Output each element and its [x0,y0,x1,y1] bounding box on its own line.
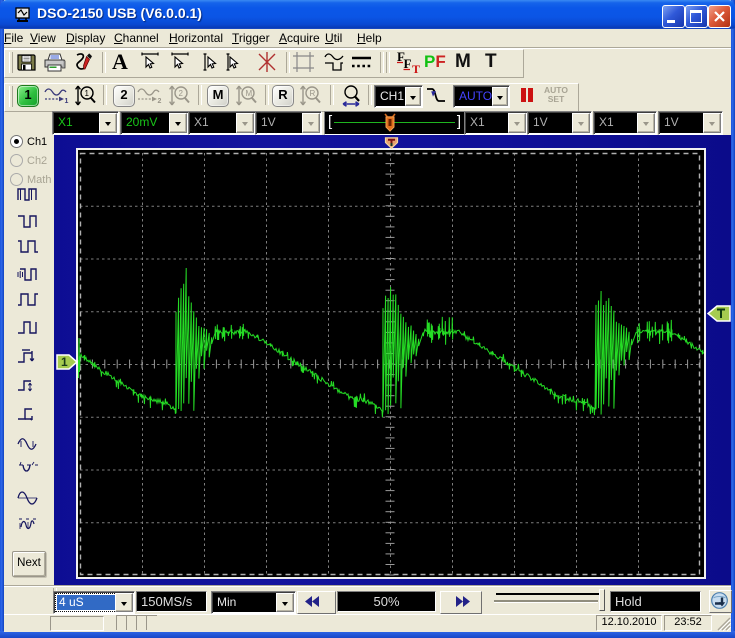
svg-text:M: M [246,89,253,98]
svg-text:1: 1 [65,98,69,105]
svg-text:1: 1 [61,355,68,369]
svg-text:R: R [310,89,316,98]
svg-text:1: 1 [85,89,90,98]
svg-text:2: 2 [158,98,162,105]
svg-text:2: 2 [179,89,184,98]
